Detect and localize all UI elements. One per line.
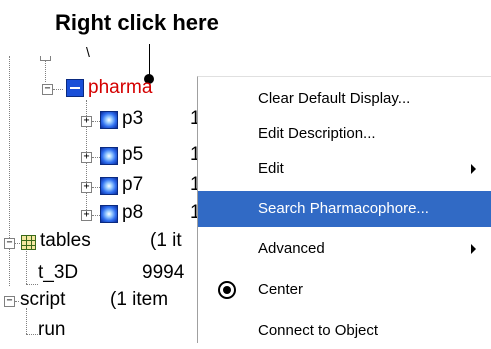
table-icon [21,235,36,250]
tree-expand-toggle[interactable]: + [81,210,92,221]
menu-item-label: Clear Default Display... [258,90,411,107]
tree-connector [92,157,100,158]
tree-connector [26,308,27,334]
menu-item-label: Edit [258,160,284,177]
menu-item-advanced[interactable]: Advanced [198,231,491,267]
tree-connector [92,215,100,216]
menu-item-clear-default-display[interactable]: Clear Default Display... [198,81,491,117]
tree-collapse-toggle[interactable]: − [4,238,15,249]
feature-sphere-icon [100,205,118,223]
tree-item-run[interactable]: run [38,319,65,341]
tree-connector [9,56,10,286]
tree-connector [26,334,38,335]
tree-item-p5[interactable]: p5 [122,144,143,166]
tree-item-script-count: (1 item [110,289,169,310]
tree-connector [15,301,19,302]
menu-item-label: Connect to Object [258,322,379,339]
feature-sphere-icon [100,177,118,195]
tree-expand-toggle[interactable]: + [81,182,92,193]
tree-item-pharma[interactable]: pharma [88,77,152,99]
tree-connector [53,89,63,90]
menu-item-search-pharmacophore[interactable]: Search Pharmacophore... [198,191,491,227]
tree-connector [26,284,38,285]
feature-sphere-icon [100,147,118,165]
tree-expander-partial[interactable] [40,56,51,61]
menu-item-label: Advanced [258,240,325,257]
tree-item-p3[interactable]: p3 [122,108,143,130]
tree-partial-label: \ [86,44,90,60]
submenu-arrow-icon [471,244,476,254]
tree-view: \ − pharma + p3 1 + p5 1 + p7 1 + p8 1 −… [0,0,201,343]
menu-item-connect-to-object[interactable]: Connect to Object [198,313,491,349]
menu-item-label: Search Pharmacophore... [258,200,429,217]
tree-item-p7[interactable]: p7 [122,174,143,196]
tree-connector [92,187,100,188]
tree-expand-toggle[interactable]: + [81,152,92,163]
tree-item-tables[interactable]: tables [40,230,91,252]
tree-collapse-toggle[interactable]: − [4,296,15,307]
tree-connector [26,248,27,284]
tree-item-t-3d-count: 9994 [142,262,185,283]
pharmacophore-icon [66,79,84,97]
target-icon [218,281,236,299]
tree-item-script[interactable]: script [20,289,65,311]
feature-sphere-icon [100,111,118,129]
tree-connector [92,121,100,122]
tree-collapse-toggle[interactable]: − [42,84,53,95]
tree-expand-toggle[interactable]: + [81,116,92,127]
tree-item-tables-count: (1 it [150,230,182,251]
tree-item-p8[interactable]: p8 [122,202,143,224]
menu-item-label: Center [258,281,304,298]
menu-item-label: Edit Description... [258,125,376,142]
menu-item-edit-description[interactable]: Edit Description... [198,116,491,152]
tree-item-t-3d[interactable]: t_3D [38,262,78,284]
context-menu: Clear Default Display... Edit Descriptio… [197,76,491,343]
menu-item-center[interactable]: Center [198,272,491,308]
menu-item-edit[interactable]: Edit [198,151,491,187]
submenu-arrow-icon [471,164,476,174]
tree-connector [15,243,20,244]
